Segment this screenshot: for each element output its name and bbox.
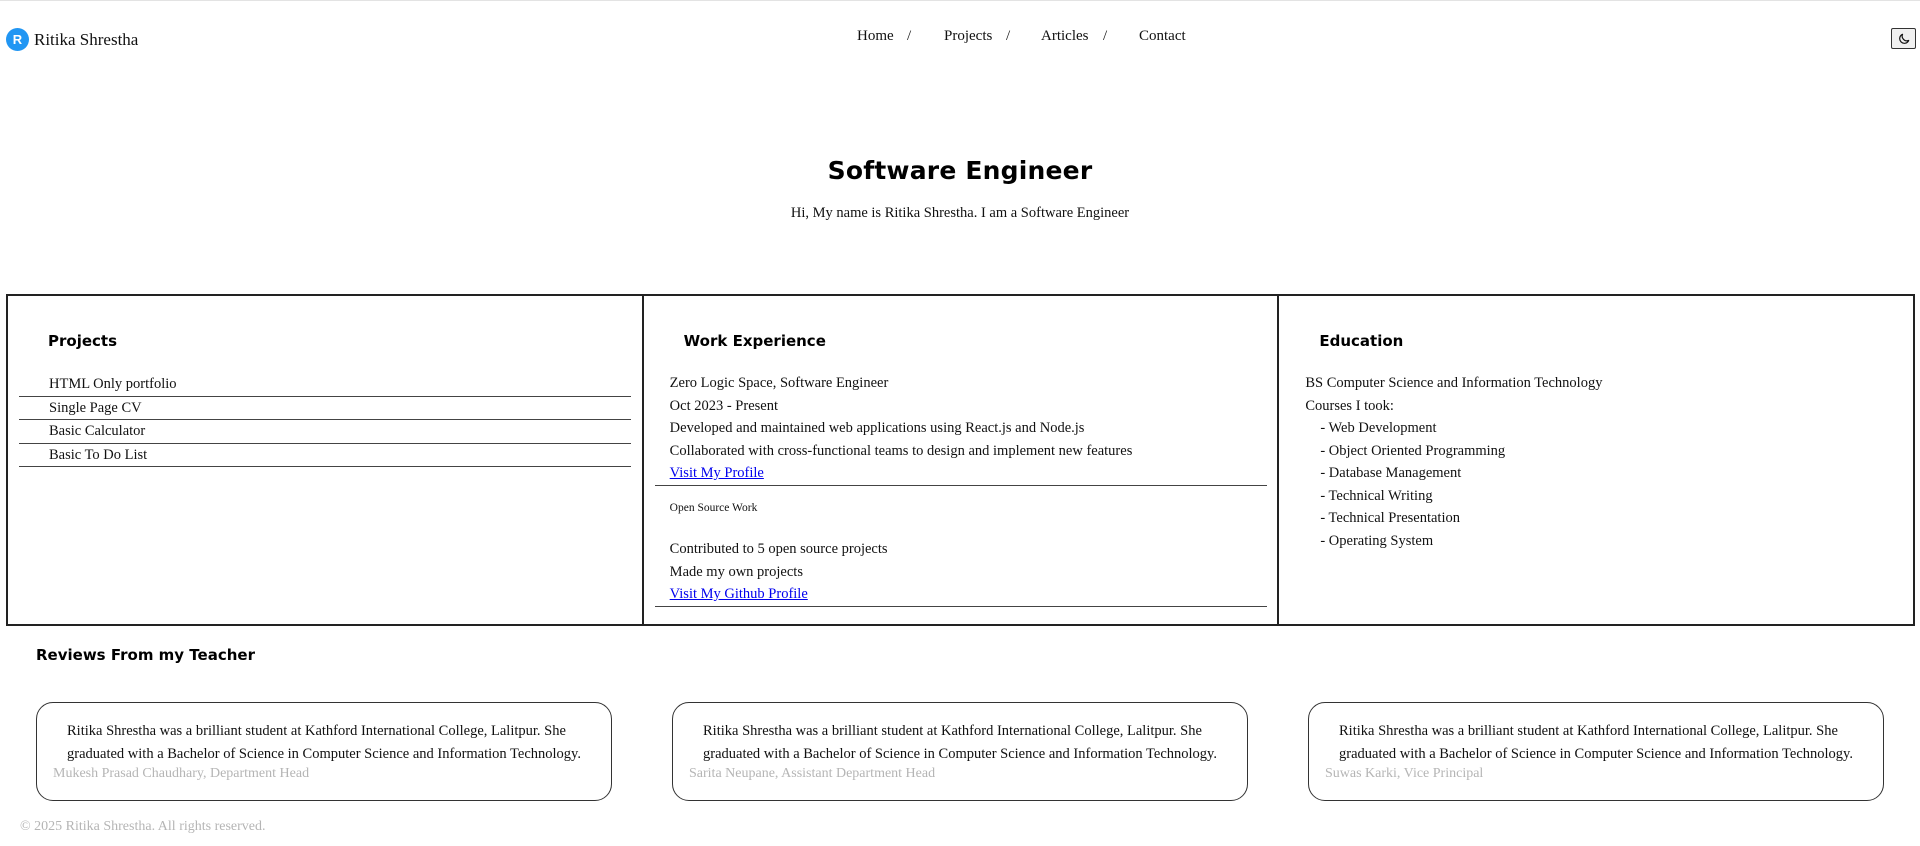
review-quote: Ritika Shrestha was a brilliant student … <box>1339 723 1853 762</box>
education-content: BS Computer Science and Information Tech… <box>1305 372 1602 552</box>
open-source-item: Contributed to 5 open source projects <box>669 541 888 557</box>
review-quote: Ritika Shrestha was a brilliant student … <box>67 723 581 762</box>
review-author: Sarita Neupane, Assistant Department Hea… <box>689 766 936 781</box>
review-card: Ritika Shrestha was a brilliant student … <box>36 702 612 801</box>
footer-copyright: © 2025 Ritika Shrestha. All rights reser… <box>20 819 266 834</box>
list-item: HTML Only portfolio <box>19 373 631 397</box>
project-link[interactable]: Basic Calculator <box>49 423 145 439</box>
nav-separator: / <box>1006 28 1011 44</box>
education-title: Education <box>1319 332 1404 350</box>
project-link[interactable]: Basic To Do List <box>49 447 147 463</box>
hero-subtitle: Hi, My name is Ritika Shrestha. I am a S… <box>790 205 1130 221</box>
education-panel: Education BS Computer Science and Inform… <box>1279 294 1916 626</box>
course-item: - Operating System <box>1320 532 1434 549</box>
projects-list: HTML Only portfolio Single Page CV Basic… <box>19 373 631 467</box>
work-experience-panel: Work Experience Zero Logic Space, Softwa… <box>643 294 1280 626</box>
review-quote: Ritika Shrestha was a brilliant student … <box>703 723 1217 762</box>
project-link[interactable]: HTML Only portfolio <box>49 376 177 392</box>
site-header: R Ritika Shrestha Home / Projects / Arti… <box>0 0 1920 78</box>
work-company: Zero Logic Space, Software Engineer <box>669 375 889 391</box>
reviews-title: Reviews From my Teacher <box>36 646 255 664</box>
nav-articles[interactable]: Articles <box>1041 28 1088 45</box>
work-description: Developed and maintained web application… <box>669 420 1085 436</box>
list-item: Single Page CV <box>19 397 631 420</box>
nav-separator: / <box>907 28 912 44</box>
theme-toggle-button[interactable] <box>1891 28 1916 49</box>
projects-title: Projects <box>48 332 118 350</box>
work-description: Collaborated with cross-functional teams… <box>669 442 1133 459</box>
review-card: Ritika Shrestha was a brilliant student … <box>672 702 1248 801</box>
nav-projects[interactable]: Projects <box>944 28 992 45</box>
profile-link-row: Visit My Profile <box>654 462 1267 486</box>
open-source-heading: Open Source Work <box>669 502 758 514</box>
hero-title: Software Engineer <box>827 156 1093 185</box>
visit-profile-link[interactable]: Visit My Profile <box>670 465 764 481</box>
open-source-item: Made my own projects <box>669 563 803 580</box>
moon-icon <box>1898 33 1909 44</box>
hero-section: Software Engineer Hi, My name is Ritika … <box>0 156 1920 222</box>
nav-contact[interactable]: Contact <box>1139 28 1186 45</box>
info-panels: Projects HTML Only portfolio Single Page… <box>6 294 1916 626</box>
course-item: - Technical Presentation <box>1320 510 1460 526</box>
review-author: Mukesh Prasad Chaudhary, Department Head <box>53 766 310 781</box>
nav-home[interactable]: Home <box>857 28 894 45</box>
project-link[interactable]: Single Page CV <box>49 400 142 416</box>
course-item: - Technical Writing <box>1320 487 1433 504</box>
nav-separator: / <box>1103 28 1108 44</box>
course-item: - Database Management <box>1320 465 1462 481</box>
main-nav: Home / Projects / Articles / Contact <box>0 28 1920 50</box>
review-author: Suwas Karki, Vice Principal <box>1325 766 1484 781</box>
projects-panel: Projects HTML Only portfolio Single Page… <box>6 294 644 626</box>
work-dates: Oct 2023 - Present <box>669 397 778 414</box>
list-item: Basic Calculator <box>19 420 631 444</box>
work-experience-title: Work Experience <box>683 332 826 350</box>
work-content: Zero Logic Space, Software Engineer Oct … <box>654 372 1267 607</box>
courses-label: Courses I took: <box>1305 397 1394 414</box>
list-item: Basic To Do List <box>19 444 631 467</box>
review-card: Ritika Shrestha was a brilliant student … <box>1308 702 1884 801</box>
github-link-row: Visit My Github Profile <box>654 583 1267 607</box>
course-item: - Object Oriented Programming <box>1320 442 1506 459</box>
visit-github-link[interactable]: Visit My Github Profile <box>670 586 808 602</box>
education-degree: BS Computer Science and Information Tech… <box>1305 375 1603 391</box>
course-item: - Web Development <box>1320 420 1437 436</box>
